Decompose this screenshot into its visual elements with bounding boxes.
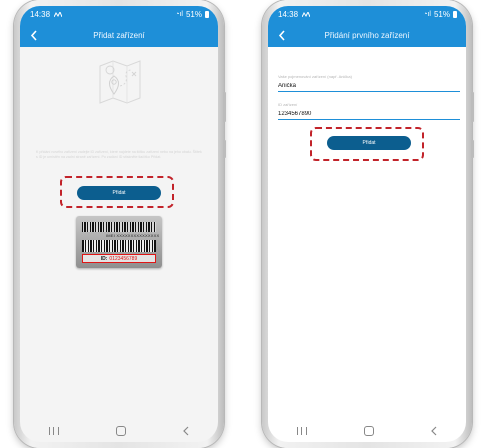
map-pin-illustration-icon xyxy=(99,60,141,104)
id-prefix: ID: xyxy=(100,255,108,262)
status-time: 14:38 xyxy=(278,10,299,19)
back-icon[interactable] xyxy=(431,426,437,436)
screen: 14:38 ◔ıl 51% Přidat zařízení K přidání … xyxy=(20,6,218,442)
system-nav-bar xyxy=(20,420,218,442)
recent-apps-icon[interactable] xyxy=(296,427,307,435)
system-nav-bar xyxy=(268,420,466,442)
device-id-input[interactable] xyxy=(278,109,460,120)
status-bar: 14:38 ◔ıl 51% xyxy=(20,6,218,23)
barcode-serial: IMEI XXXXXXXXXXXXXXX xyxy=(106,233,160,238)
wifi-signal-icon: ◔ıl xyxy=(423,11,431,18)
battery-percent: 51% xyxy=(185,10,202,19)
back-arrow-icon[interactable] xyxy=(274,26,290,44)
device-name-label: Vaše pojmenování zařízení (např. Anička) xyxy=(278,74,352,79)
device-id-label: ID zařízení xyxy=(278,102,298,107)
device-barcode-label: IMEI XXXXXXXXXXXXXXX ID: 0123456789 xyxy=(76,216,162,268)
device-name-input[interactable] xyxy=(278,81,460,92)
volume-button xyxy=(223,92,226,122)
notification-icon xyxy=(302,12,311,17)
back-arrow-icon[interactable] xyxy=(26,26,42,44)
instruction-text: K přidání nového zařízení zadejte ID zař… xyxy=(36,150,202,159)
phone-first-device: 14:38 ◔ıl 51% Přidání prvního zařízení V… xyxy=(262,0,474,448)
page-title: Přidat zařízení xyxy=(93,30,145,40)
back-icon[interactable] xyxy=(183,426,189,436)
volume-button xyxy=(471,92,474,122)
add-button[interactable]: Přidat xyxy=(327,136,411,150)
add-button[interactable]: Přidat xyxy=(77,186,161,200)
recent-apps-icon[interactable] xyxy=(48,427,59,435)
barcode-icon xyxy=(82,222,156,232)
status-time: 14:38 xyxy=(30,10,51,19)
battery-icon xyxy=(205,11,209,18)
page-title: Přidání prvního zařízení xyxy=(324,30,410,40)
battery-icon xyxy=(453,11,457,18)
id-value: 0123456789 xyxy=(109,255,138,262)
screen: 14:38 ◔ıl 51% Přidání prvního zařízení V… xyxy=(268,6,466,442)
home-icon[interactable] xyxy=(363,426,374,436)
app-bar: Přidání prvního zařízení xyxy=(268,23,466,47)
home-icon[interactable] xyxy=(115,426,126,436)
app-bar: Přidat zařízení xyxy=(20,23,218,47)
device-id-highlight: ID: 0123456789 xyxy=(82,254,156,263)
wifi-signal-icon: ◔ıl xyxy=(175,11,183,18)
notification-icon xyxy=(54,12,63,17)
status-bar: 14:38 ◔ıl 51% xyxy=(268,6,466,23)
barcode-icon xyxy=(82,240,156,252)
power-button xyxy=(471,140,474,158)
battery-percent: 51% xyxy=(433,10,450,19)
power-button xyxy=(223,140,226,158)
phone-add-device: 14:38 ◔ıl 51% Přidat zařízení K přidání … xyxy=(14,0,226,448)
